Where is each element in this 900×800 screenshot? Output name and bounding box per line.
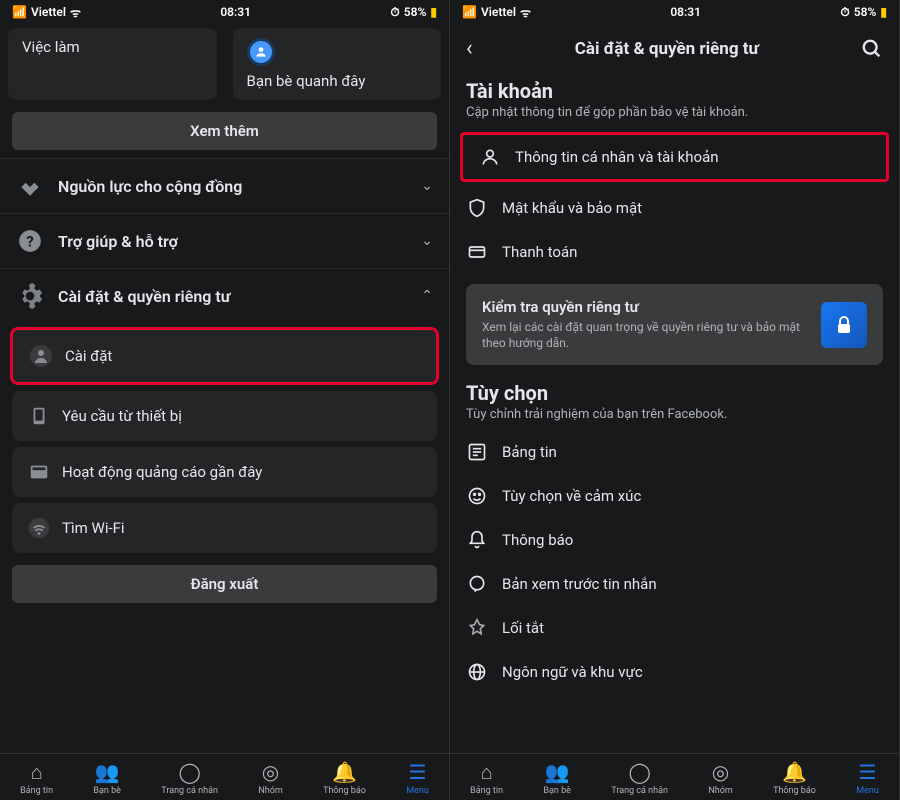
- row-reactions[interactable]: Tùy chọn về cảm xúc: [450, 474, 899, 518]
- nav-profile[interactable]: ◯Trang cá nhân: [161, 760, 218, 796]
- bell-icon: [466, 530, 488, 550]
- card-icon: [466, 242, 488, 262]
- friends-icon: 👥: [545, 760, 570, 784]
- row-shortcuts[interactable]: Lối tắt: [450, 606, 899, 650]
- bell-icon: 🔔: [332, 760, 357, 784]
- friends-icon: 👥: [95, 760, 120, 784]
- nav-feed[interactable]: ⌂Bảng tin: [470, 760, 503, 796]
- nav-groups[interactable]: ◎Nhóm: [708, 760, 732, 796]
- pin-icon: [466, 618, 488, 638]
- chevron-down-icon: ⌄: [421, 233, 433, 249]
- chevron-down-icon: ⌄: [421, 178, 433, 194]
- privacy-checkup-card[interactable]: Kiểm tra quyền riêng tư Xem lại các cài …: [466, 284, 883, 365]
- gear-icon: [16, 283, 44, 309]
- ads-icon: [28, 461, 50, 483]
- chat-icon: [466, 574, 488, 594]
- section-sub-options: Tùy chỉnh trải nghiệm của bạn trên Faceb…: [450, 407, 899, 430]
- row-password-security[interactable]: Mật khẩu và bảo mật: [450, 186, 899, 230]
- search-button[interactable]: [861, 38, 883, 60]
- card-settings[interactable]: Cài đặt: [10, 327, 439, 385]
- device-icon: [28, 405, 50, 427]
- chip-jobs[interactable]: Việc làm: [8, 28, 217, 100]
- nav-notifications[interactable]: 🔔Thông báo: [323, 760, 366, 796]
- home-icon: ⌂: [31, 760, 43, 784]
- alarm-icon: ⏱: [840, 5, 849, 20]
- menu-icon: ☰: [409, 760, 427, 784]
- status-bar: 📶 Viettel ᯤ 08:31 ⏱ 58% ▮: [0, 0, 449, 24]
- right-pane: 📶 Viettel ᯤ 08:31 ⏱ 58% ▮ ‹ Cài đặt & qu…: [450, 0, 900, 800]
- wifi-icon: ᯤ: [70, 4, 81, 21]
- battery-icon: ▮: [430, 5, 437, 19]
- section-settings-privacy[interactable]: Cài đặt & quyền riêng tư ⌃: [0, 268, 449, 323]
- section-community[interactable]: Nguồn lực cho cộng đồng ⌄: [0, 158, 449, 213]
- help-icon: ?: [16, 228, 44, 254]
- profile-icon: ◯: [628, 760, 650, 784]
- section-title-options: Tùy chọn: [450, 375, 899, 407]
- clock-label: 08:31: [220, 5, 251, 19]
- emoji-icon: [466, 486, 488, 506]
- bottom-nav: ⌂Bảng tin 👥Bạn bè ◯Trang cá nhân ◎Nhóm 🔔…: [450, 753, 899, 800]
- row-personal-info[interactable]: Thông tin cá nhân và tài khoản: [460, 132, 889, 182]
- signal-icon: 📶: [12, 5, 27, 19]
- bottom-nav: ⌂Bảng tin 👥Bạn bè ◯Trang cá nhân ◎Nhóm 🔔…: [0, 753, 449, 800]
- nav-menu[interactable]: ☰Menu: [856, 760, 879, 796]
- nav-profile[interactable]: ◯Trang cá nhân: [611, 760, 668, 796]
- carrier-label: Viettel: [481, 5, 516, 19]
- back-button[interactable]: ‹: [466, 36, 473, 61]
- person-icon: [479, 147, 501, 167]
- see-more-button[interactable]: Xem thêm: [12, 112, 437, 150]
- privacy-sub: Xem lại các cài đặt quan trọng về quyền …: [482, 320, 809, 351]
- page-title: Cài đặt & quyền riêng tư: [489, 39, 845, 59]
- row-feed[interactable]: Bảng tin: [450, 430, 899, 474]
- lock-icon: [821, 302, 867, 348]
- nav-friends[interactable]: 👥Bạn bè: [543, 760, 571, 796]
- battery-label: 58%: [404, 5, 427, 19]
- battery-icon: ▮: [880, 5, 887, 19]
- nav-groups[interactable]: ◎Nhóm: [258, 760, 282, 796]
- row-message-preview[interactable]: Bản xem trước tin nhắn: [450, 562, 899, 606]
- nav-feed[interactable]: ⌂Bảng tin: [20, 760, 53, 796]
- privacy-title: Kiểm tra quyền riêng tư: [482, 298, 809, 316]
- card-recent-ads[interactable]: Hoạt động quảng cáo gần đây: [12, 447, 437, 497]
- row-language[interactable]: Ngôn ngữ và khu vực: [450, 650, 899, 694]
- card-device-requests[interactable]: Yêu cầu từ thiết bị: [12, 391, 437, 441]
- row-payment[interactable]: Thanh toán: [450, 230, 899, 274]
- clock-label: 08:31: [670, 5, 701, 19]
- nearby-label: Bạn bè quanh đây: [247, 72, 428, 90]
- person-gear-icon: [29, 344, 53, 368]
- section-title-account: Tài khoản: [450, 73, 899, 105]
- menu-icon: ☰: [859, 760, 877, 784]
- groups-icon: ◎: [712, 760, 729, 784]
- signal-icon: 📶: [462, 5, 477, 19]
- shield-icon: [466, 198, 488, 218]
- wifi-icon: ᯤ: [520, 4, 531, 21]
- chip-nearby-friends[interactable]: Bạn bè quanh đây: [233, 28, 442, 100]
- logout-button[interactable]: Đăng xuất: [12, 565, 437, 603]
- left-pane: 📶 Viettel ᯤ 08:31 ⏱ 58% ▮ Việc làm Bạn b…: [0, 0, 450, 800]
- profile-icon: ◯: [178, 760, 200, 784]
- battery-label: 58%: [854, 5, 877, 19]
- home-icon: ⌂: [481, 760, 493, 784]
- groups-icon: ◎: [262, 760, 279, 784]
- card-find-wifi[interactable]: Tìm Wi-Fi: [12, 503, 437, 553]
- svg-text:?: ?: [26, 232, 34, 250]
- carrier-label: Viettel: [31, 5, 66, 19]
- nav-friends[interactable]: 👥Bạn bè: [93, 760, 121, 796]
- section-help[interactable]: ? Trợ giúp & hỗ trợ ⌄: [0, 213, 449, 268]
- section-sub-account: Cập nhật thông tin để góp phần bảo vệ tà…: [450, 105, 899, 128]
- chevron-up-icon: ⌃: [421, 288, 433, 304]
- nav-notifications[interactable]: 🔔Thông báo: [773, 760, 816, 796]
- nav-menu[interactable]: ☰Menu: [406, 760, 429, 796]
- handshake-icon: [16, 173, 44, 199]
- alarm-icon: ⏱: [390, 5, 399, 20]
- status-bar: 📶 Viettel ᯤ 08:31 ⏱ 58% ▮: [450, 0, 899, 24]
- nearby-icon: [247, 38, 275, 66]
- feed-icon: [466, 442, 488, 462]
- wifi-circle-icon: [28, 517, 50, 539]
- header-bar: ‹ Cài đặt & quyền riêng tư: [450, 24, 899, 73]
- bell-icon: 🔔: [782, 760, 807, 784]
- globe-icon: [466, 662, 488, 682]
- row-notifications[interactable]: Thông báo: [450, 518, 899, 562]
